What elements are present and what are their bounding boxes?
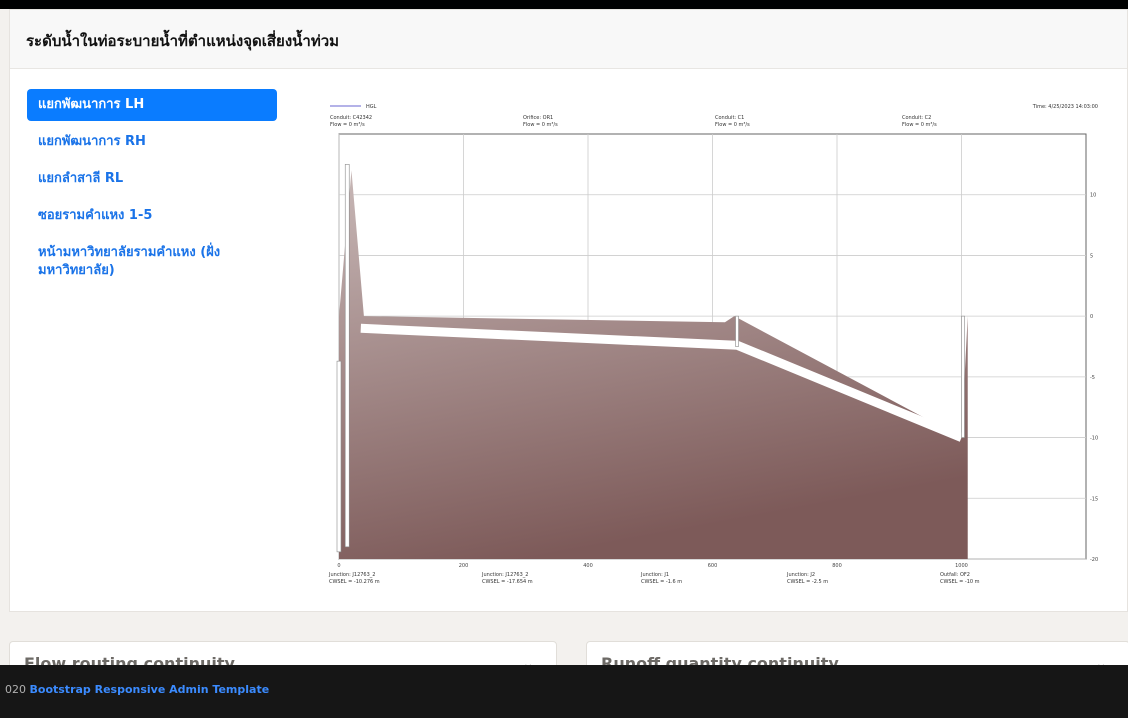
junction-name: Junction: J12763_2 (328, 572, 375, 578)
nav-item-ramkhamhaeng-university[interactable]: หน้ามหาวิทยาลัยรามคำแหง (ฝั่ง มหาวิทยาลั… (27, 237, 277, 287)
nav-item-pattanakarn-lh[interactable]: แยกพัฒนาการ LH (27, 89, 277, 121)
conduit-name: Orifice: OR1 (523, 115, 553, 121)
conduit-flow: Flow = 0 m³/s (902, 122, 937, 128)
nav-item-pattanakarn-rh[interactable]: แยกพัฒนาการ RH (27, 126, 277, 158)
y-tick-label: -5 (1090, 375, 1095, 381)
manhole-shaft (735, 315, 739, 347)
profile-chart-svg: 0 200 400 600 800 1000 10 5 0 -5 -10 -15 -20 HGL Time:… (328, 104, 1098, 585)
top-strip (0, 0, 1128, 9)
y-tick-label: -20 (1090, 557, 1098, 563)
y-tick-label: 5 (1090, 253, 1093, 259)
x-tick-label: 0 (337, 563, 340, 569)
footer-prefix: 020 (5, 683, 26, 696)
location-nav: แยกพัฒนาการ LH แยกพัฒนาการ RH แยกลำสาลี … (27, 89, 277, 292)
junction-name: Junction: J1 (640, 572, 669, 578)
page-title: ระดับน้ำในท่อระบายน้ำที่ตำแหน่งจุดเสี่ยง… (26, 32, 340, 50)
x-tick-label: 200 (459, 563, 469, 569)
manhole-shaft (336, 360, 342, 553)
y-tick-label: -15 (1090, 496, 1098, 502)
manhole-shaft (961, 315, 965, 438)
conduit-name: Conduit: C2 (902, 115, 931, 121)
footer-link[interactable]: Bootstrap Responsive Admin Template (30, 683, 270, 696)
junction-cwsel: CWSEL = -10.276 m (329, 579, 380, 585)
junction-name: Junction: J2 (786, 572, 815, 578)
junction-cwsel: CWSEL = -1.6 m (641, 579, 682, 585)
y-tick-label: -10 (1090, 436, 1098, 442)
junction-cwsel: CWSEL = -10 m (940, 579, 980, 585)
conduit-name: Conduit: C1 (715, 115, 744, 121)
junction-name: Junction: J12763_2 (481, 572, 528, 578)
main-card: ระดับน้ำในท่อระบายน้ำที่ตำแหน่งจุดเสี่ยง… (9, 9, 1128, 612)
y-tick-label: 10 (1090, 193, 1096, 199)
conduit-flow: Flow = 0 m³/s (523, 122, 558, 128)
x-tick-label: 600 (708, 563, 718, 569)
x-tick-label: 800 (832, 563, 842, 569)
manhole-shaft (344, 164, 350, 548)
y-tick-label: 0 (1090, 314, 1093, 320)
x-tick-label: 1000 (955, 563, 968, 569)
nav-item-soi-ramkhamhaeng[interactable]: ซอยรามคำแหง 1-5 (27, 200, 277, 232)
footer: 020 Bootstrap Responsive Admin Template (0, 665, 1128, 718)
footer-text: 020 Bootstrap Responsive Admin Template (5, 683, 269, 696)
legend-label: HGL (366, 104, 377, 110)
profile-chart: 0 200 400 600 800 1000 10 5 0 -5 -10 -15 -20 HGL Time:… (328, 88, 1108, 598)
junction-cwsel: CWSEL = -17.654 m (482, 579, 533, 585)
time-label: Time: 4/25/2023 14:03:00 (1032, 104, 1098, 110)
x-tick-label: 400 (583, 563, 593, 569)
conduit-flow: Flow = 0 m³/s (715, 122, 750, 128)
card-header: ระดับน้ำในท่อระบายน้ำที่ตำแหน่งจุดเสี่ยง… (10, 10, 1127, 69)
conduit-flow: Flow = 0 m³/s (330, 122, 365, 128)
nav-item-lamsali-rl[interactable]: แยกลำสาลี RL (27, 163, 277, 195)
junction-name: Outfall: OF2 (940, 572, 970, 578)
conduit-name: Conduit: C42342 (330, 115, 372, 121)
junction-cwsel: CWSEL = -2.5 m (787, 579, 828, 585)
